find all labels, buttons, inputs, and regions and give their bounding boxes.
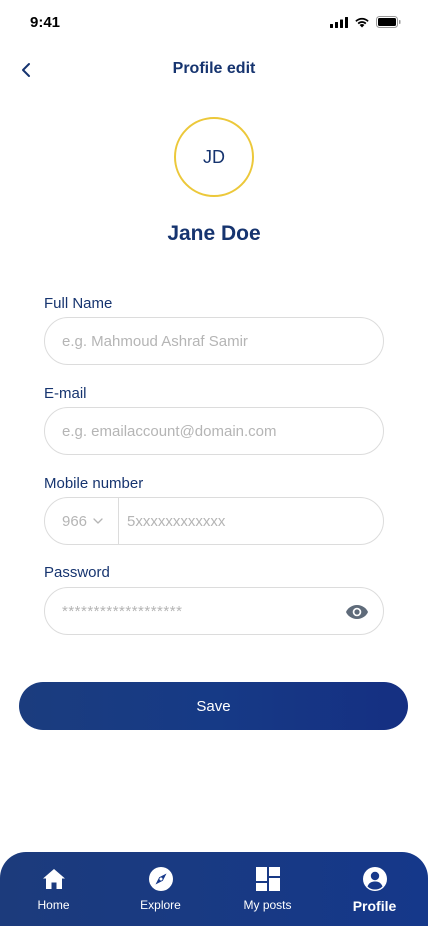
- nav-label-home: Home: [37, 898, 70, 912]
- nav-item-profile[interactable]: Profile: [321, 852, 428, 926]
- compass-icon: [147, 866, 175, 892]
- user-name: Jane Doe: [167, 222, 261, 245]
- nav-label-my-posts: My posts: [243, 898, 292, 912]
- email-field: [44, 407, 384, 455]
- nav-item-explore[interactable]: Explore: [107, 852, 214, 926]
- full-name-input[interactable]: [45, 318, 383, 364]
- nav-label-explore: Explore: [140, 898, 181, 912]
- country-code-select[interactable]: 966: [45, 498, 119, 544]
- nav-label-profile: Profile: [352, 898, 397, 914]
- phone-input-wrap: [119, 498, 383, 544]
- mobile-field: 966: [44, 497, 384, 545]
- battery-icon: [376, 16, 401, 28]
- save-button[interactable]: Save: [19, 682, 408, 730]
- avatar[interactable]: JD: [174, 117, 254, 197]
- avatar-initials: JD: [203, 146, 225, 167]
- chevron-down-icon: [93, 518, 103, 524]
- mobile-label: Mobile number: [44, 475, 144, 492]
- email-label: E-mail: [44, 385, 87, 402]
- nav-item-my-posts[interactable]: My posts: [214, 852, 321, 926]
- eye-icon: [346, 605, 368, 619]
- page-title: Profile edit: [172, 60, 256, 77]
- grid-icon: [254, 866, 282, 892]
- signal-icon: [330, 16, 348, 28]
- toggle-password-button[interactable]: [345, 600, 369, 624]
- save-button-label: Save: [196, 697, 231, 715]
- bottom-nav: Home Explore My posts Profile: [0, 852, 428, 926]
- email-input[interactable]: [45, 408, 383, 454]
- status-icons: [330, 16, 401, 28]
- password-label: Password: [44, 564, 110, 581]
- password-field: [44, 587, 384, 635]
- full-name-field: [44, 317, 384, 365]
- wifi-icon: [355, 17, 369, 27]
- status-time: 9:41: [30, 14, 61, 31]
- header: Profile edit: [0, 52, 428, 88]
- country-code-value: 966: [62, 512, 88, 530]
- password-input[interactable]: [45, 588, 383, 634]
- user-circle-icon: [361, 866, 389, 892]
- full-name-label: Full Name: [44, 295, 113, 312]
- home-icon: [40, 866, 68, 892]
- nav-item-home[interactable]: Home: [0, 852, 107, 926]
- mobile-input[interactable]: [119, 498, 383, 544]
- status-bar: 9:41: [0, 0, 428, 44]
